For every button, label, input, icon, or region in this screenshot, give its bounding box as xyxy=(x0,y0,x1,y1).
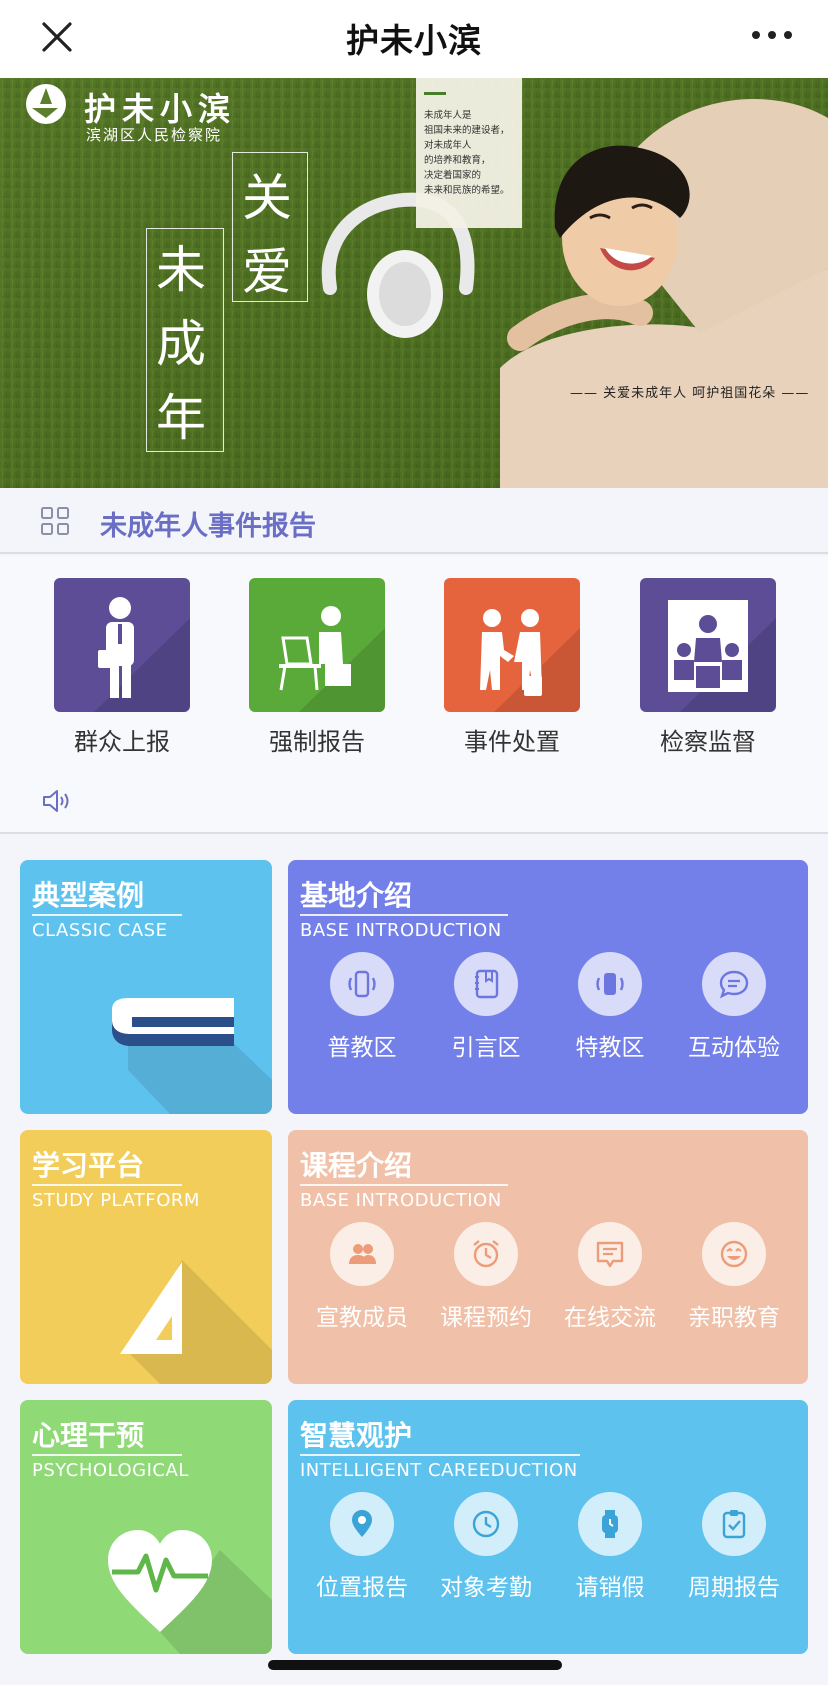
slogan-char-1: 关 xyxy=(242,169,292,227)
phone-vibrate-icon xyxy=(330,952,394,1016)
banner[interactable]: 护未小滨 滨湖区人民检察院 关 爱 未 成 年 未成年人是 祖国未来的建设者， … xyxy=(0,78,828,488)
card-title: 课程介绍 xyxy=(300,1149,413,1182)
course-item-members[interactable]: 宣教成员 xyxy=(300,1222,424,1332)
report-item-label: 强制报告 xyxy=(269,728,365,756)
more-icon[interactable] xyxy=(748,20,796,50)
group-icon xyxy=(330,1222,394,1286)
court-icon xyxy=(640,578,776,712)
item-label: 特教区 xyxy=(575,1035,645,1061)
clipboard-check-icon xyxy=(702,1492,766,1556)
base-item-intro[interactable]: 引言区 xyxy=(424,952,548,1062)
report-section: 群众上报 强制报告 事件处置 检察监督 xyxy=(0,556,828,834)
divider xyxy=(300,914,508,916)
handshake-icon xyxy=(444,578,580,712)
banner-caption: —— 关爱未成年人 呵护祖国花朵 —— xyxy=(570,386,810,401)
notebook-icon xyxy=(454,952,518,1016)
divider xyxy=(300,1454,580,1456)
card-classic-case[interactable]: 典型案例 CLASSIC CASE xyxy=(20,860,272,1114)
smart-item-location[interactable]: 位置报告 xyxy=(300,1492,424,1602)
grid-icon xyxy=(41,507,69,535)
watch-icon xyxy=(578,1492,642,1556)
smart-item-leave[interactable]: 请销假 xyxy=(548,1492,672,1602)
quote-accent-bar xyxy=(424,92,446,95)
card-intelligent-care[interactable]: 智慧观护 INTELLIGENT CAREEDUCTION 位置报告 对象考勤 … xyxy=(288,1400,808,1654)
speaker-icon[interactable] xyxy=(42,788,74,814)
smile-face-icon xyxy=(702,1222,766,1286)
item-label: 在线交流 xyxy=(564,1305,656,1331)
book-icon xyxy=(112,998,272,1114)
card-psychological[interactable]: 心理干预 PSYCHOLOGICAL xyxy=(20,1400,272,1654)
alarm-clock-icon xyxy=(454,1222,518,1286)
slogan-char-3: 未 xyxy=(156,241,206,299)
card-subtitle: INTELLIGENT CAREEDUCTION xyxy=(300,1460,578,1481)
card-subtitle: BASE INTRODUCTION xyxy=(300,1190,502,1211)
card-study-platform[interactable]: 学习平台 STUDY PLATFORM xyxy=(20,1130,272,1384)
card-title: 基地介绍 xyxy=(300,879,413,912)
slogan-char-2: 爱 xyxy=(242,243,292,301)
phone-vibrate-icon xyxy=(578,952,642,1016)
desk-worker-icon xyxy=(249,578,385,712)
page-title: 护未小滨 xyxy=(346,21,482,60)
banner-quote-card: 未成年人是 祖国未来的建设者， 对未成年人 的培养和教育， 决定着国家的 未来和… xyxy=(416,78,522,228)
report-section-header: 未成年人事件报告 xyxy=(0,488,828,554)
clock-icon xyxy=(454,1492,518,1556)
location-pin-icon xyxy=(330,1492,394,1556)
item-label: 互动体验 xyxy=(688,1035,780,1061)
course-item-booking[interactable]: 课程预约 xyxy=(424,1222,548,1332)
slogan-char-4: 成 xyxy=(156,315,206,373)
home-indicator xyxy=(268,1660,562,1670)
course-item-chat[interactable]: 在线交流 xyxy=(548,1222,672,1332)
banner-quote-text: 未成年人是 祖国未来的建设者， 对未成年人 的培养和教育， 决定着国家的 未来和… xyxy=(424,110,510,196)
ruler-icon xyxy=(120,1260,272,1384)
card-base-introduction[interactable]: 基地介绍 BASE INTRODUCTION 普教区 引言区 特教区 互动体验 xyxy=(288,860,808,1114)
item-label: 宣教成员 xyxy=(316,1305,408,1331)
report-section-title: 未成年人事件报告 xyxy=(100,511,316,542)
item-label: 周期报告 xyxy=(688,1575,780,1601)
item-label: 普教区 xyxy=(327,1035,397,1061)
item-label: 请销假 xyxy=(575,1575,645,1601)
item-label: 位置报告 xyxy=(316,1575,408,1601)
card-course-introduction[interactable]: 课程介绍 BASE INTRODUCTION 宣教成员 课程预约 在线交流 亲职… xyxy=(288,1130,808,1384)
divider xyxy=(300,1184,508,1186)
chat-bubble-icon xyxy=(702,952,766,1016)
report-item-handling[interactable]: 事件处置 xyxy=(444,578,580,757)
item-label: 引言区 xyxy=(451,1035,521,1061)
navbar: 护未小滨 xyxy=(0,0,828,78)
report-item-label: 检察监督 xyxy=(660,728,756,756)
smart-item-attendance[interactable]: 对象考勤 xyxy=(424,1492,548,1602)
banner-logo-sub: 滨湖区人民检察院 xyxy=(86,126,223,144)
slogan-char-5: 年 xyxy=(156,389,206,447)
citizen-icon xyxy=(54,578,190,712)
item-label: 亲职教育 xyxy=(688,1305,780,1331)
item-label: 课程预约 xyxy=(440,1305,532,1331)
card-title: 智慧观护 xyxy=(300,1419,413,1452)
item-label: 对象考勤 xyxy=(440,1575,532,1601)
base-item-special[interactable]: 特教区 xyxy=(548,952,672,1062)
report-item-supervision[interactable]: 检察监督 xyxy=(640,578,776,757)
report-item-mandatory[interactable]: 强制报告 xyxy=(249,578,385,757)
card-subtitle: BASE INTRODUCTION xyxy=(300,920,502,941)
report-item-label: 群众上报 xyxy=(74,728,170,756)
divider xyxy=(0,832,828,834)
heart-icon xyxy=(108,1530,272,1654)
base-item-interactive[interactable]: 互动体验 xyxy=(672,952,796,1062)
message-icon xyxy=(578,1222,642,1286)
base-item-general[interactable]: 普教区 xyxy=(300,952,424,1062)
course-item-parenting[interactable]: 亲职教育 xyxy=(672,1222,796,1332)
smart-item-periodic[interactable]: 周期报告 xyxy=(672,1492,796,1602)
report-item-citizen[interactable]: 群众上报 xyxy=(54,578,190,757)
report-item-label: 事件处置 xyxy=(464,728,560,756)
